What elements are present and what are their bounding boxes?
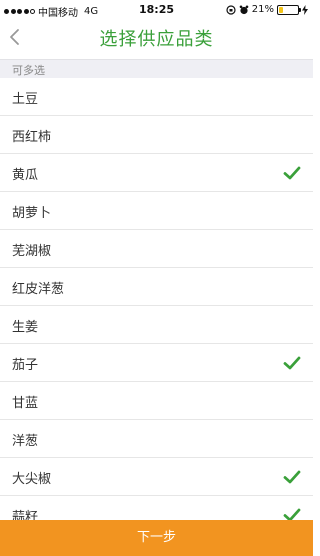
checkmark-icon [283,166,301,180]
page-title: 选择供应品类 [99,29,214,50]
list-item-label: 大尖椒 [12,472,52,487]
alarm-icon [239,5,249,14]
status-bar: 中国移动 4G 18:25 21% [0,0,313,20]
list-item-label: 蒜籽 [12,510,39,520]
list-item-label: 红皮洋葱 [12,282,65,297]
list-item[interactable]: 大尖椒 [0,458,313,496]
section-header: 可多选 [0,59,313,78]
list-item-label: 土豆 [12,92,39,107]
section-header-label: 可多选 [12,64,45,77]
list-item-label: 洋葱 [12,434,39,449]
category-list[interactable]: 土豆西红柿黄瓜胡萝卜芜湖椒红皮洋葱生姜茄子甘蓝洋葱大尖椒蒜籽 [0,78,313,520]
list-item[interactable]: 西红柿 [0,116,313,154]
list-item-label: 黄瓜 [12,168,39,183]
list-item-label: 芜湖椒 [12,244,52,259]
list-item-label: 生姜 [12,320,39,335]
charging-icon [302,4,308,15]
orientation-lock-icon [226,4,236,15]
status-right: 21% [226,4,308,15]
list-item[interactable]: 芜湖椒 [0,230,313,268]
list-item[interactable]: 洋葱 [0,420,313,458]
next-step-button[interactable]: 下一步 [0,520,313,556]
list-item[interactable]: 生姜 [0,306,313,344]
list-item[interactable]: 茄子 [0,344,313,382]
checkmark-icon [283,470,301,484]
checkmark-icon [283,356,301,370]
checkmark-icon [283,508,301,520]
list-item[interactable]: 胡萝卜 [0,192,313,230]
list-item[interactable]: 黄瓜 [0,154,313,192]
battery-percent: 21% [251,4,274,15]
list-item[interactable]: 土豆 [0,78,313,116]
battery-icon [277,4,301,15]
battery-level [279,6,283,13]
list-item-label: 甘蓝 [12,396,39,411]
list-item[interactable]: 红皮洋葱 [0,268,313,306]
list-item[interactable]: 甘蓝 [0,382,313,420]
list-item-label: 西红柿 [12,130,52,145]
list-item-label: 茄子 [12,358,39,373]
list-item[interactable]: 蒜籽 [0,496,313,520]
navigation-bar: 选择供应品类 [0,20,313,56]
list-item-label: 胡萝卜 [12,206,52,221]
